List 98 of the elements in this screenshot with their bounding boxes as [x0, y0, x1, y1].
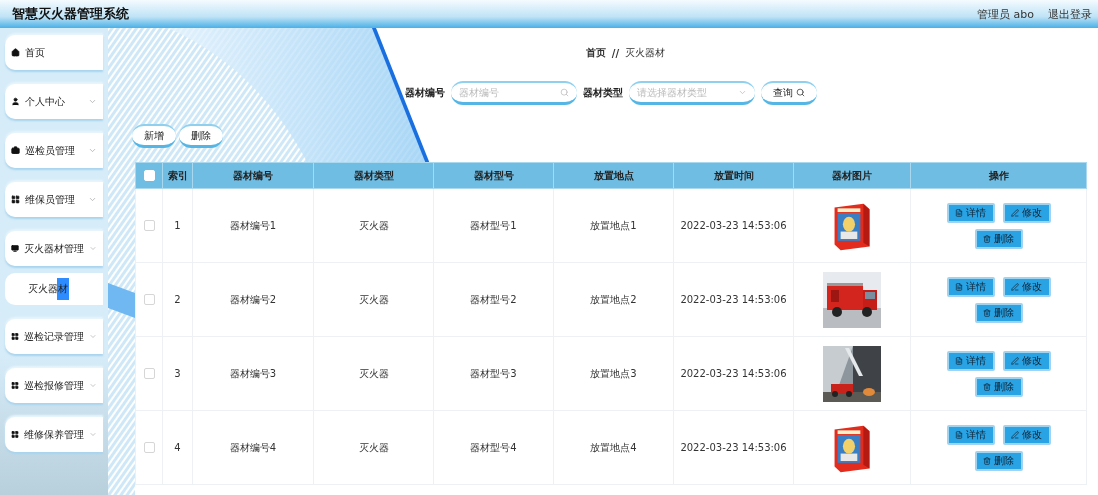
logout-link[interactable]: 退出登录	[1048, 6, 1092, 22]
field-label: 器材类型	[583, 86, 623, 100]
breadcrumb-item: //	[611, 47, 620, 59]
table-cell: 放置地点1	[553, 188, 674, 263]
column-header: 器材编号	[192, 162, 314, 189]
detail-button[interactable]: 详情	[946, 276, 995, 297]
row-checkbox[interactable]	[143, 220, 155, 232]
trash-icon	[983, 456, 991, 465]
sidebar-item[interactable]: 巡检记录管理	[5, 319, 103, 354]
column-header: 放置时间	[673, 162, 794, 189]
table-cell: 2	[162, 262, 193, 337]
table-cell: 2022-03-23 14:53:06	[673, 410, 794, 485]
chevron-down-icon	[89, 332, 97, 341]
table-cell: 器材编号4	[192, 410, 314, 485]
sidebar-item[interactable]: 巡检员管理	[5, 133, 103, 168]
delete-button[interactable]: 删除	[179, 124, 223, 148]
column-header: 器材型号	[433, 162, 554, 189]
sidebar-item[interactable]: 首页	[5, 35, 103, 70]
detail-button[interactable]: 详情	[946, 424, 995, 445]
pen-icon	[1011, 356, 1019, 365]
table-cell: 器材型号3	[433, 336, 554, 411]
trash-icon	[983, 308, 991, 317]
delete-button[interactable]: 删除	[974, 302, 1023, 323]
table-cell: 2022-03-23 14:53:06	[673, 262, 794, 337]
document-icon	[955, 282, 963, 291]
column-header: 索引	[162, 162, 193, 189]
chevron-down-icon	[738, 88, 747, 97]
grid-icon	[11, 332, 19, 341]
home-icon	[11, 48, 20, 57]
sidebar-item[interactable]: 维修保养管理	[5, 417, 103, 452]
document-icon	[955, 356, 963, 365]
pen-icon	[1011, 430, 1019, 439]
app-title: 智慧灭火器管理系统	[12, 5, 129, 23]
search-icon	[560, 88, 569, 97]
table-cell: 灭火器	[313, 262, 434, 337]
table-cell: 放置地点2	[553, 262, 674, 337]
sidebar-item[interactable]: 个人中心	[5, 84, 103, 119]
chevron-down-icon	[88, 97, 97, 106]
chevron-down-icon	[89, 381, 97, 390]
grid-icon	[11, 430, 19, 439]
breadcrumb-item[interactable]: 灭火器材	[625, 46, 666, 60]
sidebar-item[interactable]: 灭火器材管理	[5, 231, 103, 266]
row-checkbox[interactable]	[143, 294, 155, 306]
chevron-down-icon	[88, 146, 97, 155]
search-icon	[796, 88, 805, 97]
table-cell: 器材型号2	[433, 262, 554, 337]
sidebar-item[interactable]: 维保员管理	[5, 182, 103, 217]
edit-button[interactable]: 修改	[1002, 276, 1051, 297]
column-header: 器材图片	[793, 162, 911, 189]
user-icon	[11, 97, 20, 106]
trash-icon	[983, 382, 991, 391]
select-all-checkbox[interactable]	[143, 170, 155, 182]
sidebar-item[interactable]: 巡检报修管理	[5, 368, 103, 403]
detail-button[interactable]: 详情	[946, 350, 995, 371]
column-header: 器材类型	[313, 162, 434, 189]
column-header: 操作	[910, 162, 1087, 189]
query-button[interactable]: 查询	[761, 81, 817, 105]
table-cell: 灭火器	[313, 188, 434, 263]
table-cell: 放置地点3	[553, 336, 674, 411]
chevron-down-icon	[89, 244, 97, 253]
edit-button[interactable]: 修改	[1002, 350, 1051, 371]
add-button[interactable]: 新增	[132, 124, 176, 148]
table-cell: 1	[162, 188, 193, 263]
delete-button[interactable]: 删除	[974, 376, 1023, 397]
edit-button[interactable]: 修改	[1002, 202, 1051, 223]
trash-icon	[983, 234, 991, 243]
table-cell: 灭火器	[313, 410, 434, 485]
chevron-down-icon	[88, 195, 97, 204]
table-cell: 2022-03-23 14:53:06	[673, 336, 794, 411]
chevron-down-icon	[89, 430, 97, 439]
table-cell: 灭火器	[313, 336, 434, 411]
document-icon	[955, 430, 963, 439]
delete-button[interactable]: 删除	[974, 450, 1023, 471]
table-cell: 器材型号4	[433, 410, 554, 485]
grid-icon	[11, 381, 19, 390]
delete-button[interactable]: 删除	[974, 228, 1023, 249]
user-label: 管理员 abo	[977, 6, 1034, 22]
pen-icon	[1011, 282, 1019, 291]
row-checkbox[interactable]	[143, 442, 155, 454]
briefcase-icon	[11, 146, 20, 155]
table-cell: 器材编号2	[192, 262, 314, 337]
edit-button[interactable]: 修改	[1002, 424, 1051, 445]
field-label: 器材编号	[405, 86, 445, 100]
table-cell: 器材编号1	[192, 188, 314, 263]
grid-icon	[11, 195, 20, 204]
table-cell: 放置地点4	[553, 410, 674, 485]
table-cell: 4	[162, 410, 193, 485]
table-cell: 3	[162, 336, 193, 411]
table-cell: 器材编号3	[192, 336, 314, 411]
pen-icon	[1011, 208, 1019, 217]
column-header: 放置地点	[553, 162, 674, 189]
breadcrumb-item[interactable]: 首页	[585, 46, 606, 60]
detail-button[interactable]: 详情	[946, 202, 995, 223]
document-icon	[955, 208, 963, 217]
table-cell: 器材型号1	[433, 188, 554, 263]
row-checkbox[interactable]	[143, 368, 155, 380]
table-cell: 2022-03-23 14:53:06	[673, 188, 794, 263]
monitor-icon	[11, 244, 19, 253]
